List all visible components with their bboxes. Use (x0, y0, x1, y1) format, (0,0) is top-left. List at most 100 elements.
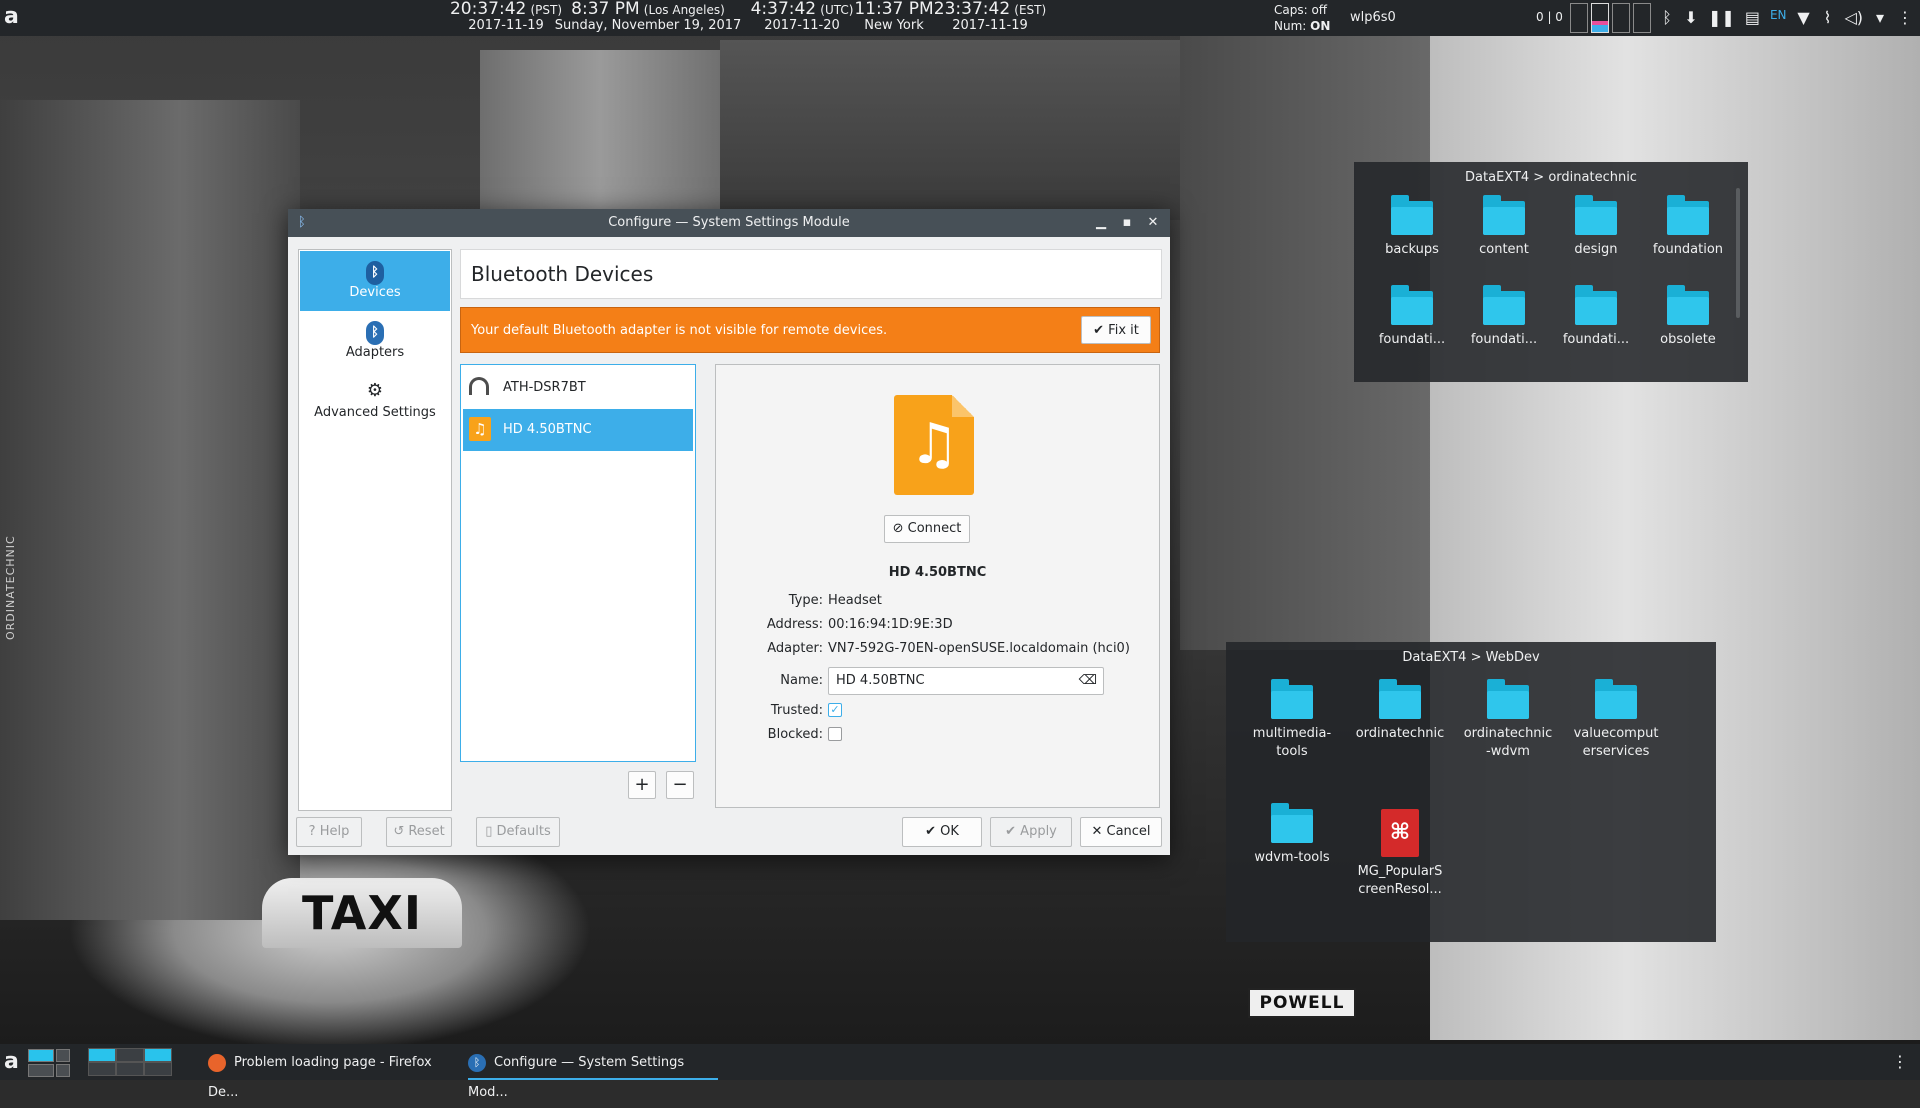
sidebar-item-advanced-settings[interactable]: ⚙ Advanced Settings (300, 371, 450, 431)
add-device-button[interactable]: + (628, 771, 656, 799)
minimize-button[interactable]: ▁ (1092, 214, 1110, 232)
clock-zone: (EST) (1014, 3, 1047, 17)
folder-item[interactable]: valuecomput erservices (1562, 679, 1670, 809)
folder-item[interactable]: design (1550, 195, 1642, 291)
virtual-desktop-pager[interactable] (28, 1049, 70, 1077)
clipboard-icon[interactable]: ▤ (1745, 8, 1760, 27)
remove-device-button[interactable]: − (666, 771, 694, 799)
clock-date: 2017-11-19 (952, 18, 1028, 33)
folder-item[interactable]: multimedia- tools (1238, 679, 1346, 809)
folder-item[interactable]: obsolete (1642, 285, 1734, 381)
device-list[interactable]: ATH-DSR7BT ♫ HD 4.50BTNC (460, 364, 696, 762)
settings-sidebar: ᛒ Devices ᛒ Adapters ⚙ Advanced Settings (298, 249, 452, 811)
music-file-icon: ♫ (894, 395, 974, 495)
reset-button[interactable]: ↺ Reset (386, 817, 452, 847)
clock-time: 20:37:42 (449, 0, 527, 19)
side-panel-label[interactable]: ORDINATECHNIC (4, 510, 24, 640)
folder-item[interactable]: wdvm-tools (1238, 803, 1346, 933)
clock-utc[interactable]: 4:37:42 (UTC) 2017-11-20 (744, 1, 860, 34)
chevron-down-icon[interactable]: ▾ (1873, 8, 1887, 27)
clock-date: Sunday, November 19, 2017 (554, 18, 742, 33)
close-icon: ✕ (1091, 824, 1103, 839)
connect-button[interactable]: ⊘ Connect (884, 515, 970, 543)
type-value: Headset (828, 593, 882, 608)
folder-label: foundati... (1378, 332, 1446, 347)
desktop-2[interactable] (1591, 3, 1609, 33)
panel-menu-icon[interactable]: ⋮ (1892, 1052, 1908, 1071)
help-button[interactable]: ? Help (296, 817, 362, 847)
clock-est[interactable]: 23:37:42 (EST) 2017-11-19 (930, 1, 1050, 34)
activity-6[interactable] (144, 1062, 172, 1076)
device-name-input[interactable]: HD 4.50BTNC ⌫ (828, 667, 1104, 695)
volume-icon[interactable]: ◁) (1845, 8, 1864, 27)
keyboard-indicator[interactable]: Caps: off Num: ON (1274, 2, 1330, 34)
folder-item[interactable]: ordinatechnic (1346, 679, 1454, 809)
activity-5[interactable] (116, 1062, 144, 1076)
close-button[interactable]: ✕ (1144, 214, 1162, 232)
wifi-icon[interactable]: ▼ (1797, 8, 1811, 27)
list-item-device[interactable]: ATH-DSR7BT (463, 367, 693, 409)
folder-item[interactable]: foundati... (1458, 285, 1550, 381)
folder-view-title[interactable]: DataEXT4 > ordinatechnic (1354, 170, 1748, 185)
fix-it-button[interactable]: ✔ Fix it (1081, 316, 1151, 344)
folder-view-title[interactable]: DataEXT4 > WebDev (1226, 650, 1716, 665)
download-icon[interactable]: ⬇ (1684, 8, 1698, 27)
virtual-desktop-pager[interactable] (1570, 3, 1651, 33)
window-titlebar[interactable]: ᛒ Configure — System Settings Module ▁ ▪… (288, 209, 1170, 237)
clock-new-york[interactable]: 11:37 PM New York (852, 0, 936, 34)
folder-item[interactable]: foundati... (1550, 285, 1642, 381)
taxi-sign: TAXI (262, 878, 462, 948)
activity-4[interactable] (88, 1062, 116, 1076)
check-icon: ✔ (1093, 323, 1105, 338)
folder-item[interactable]: foundation (1642, 195, 1734, 291)
media-pause-icon[interactable]: ❚❚ (1708, 8, 1735, 27)
taskbar-item-system-settings[interactable]: ᛒ Configure — System Settings Mod... (468, 1048, 718, 1100)
desktop-4[interactable] (56, 1064, 70, 1077)
cancel-button[interactable]: ✕ Cancel (1080, 817, 1162, 847)
file-item[interactable]: ⌘ MG_PopularS creenResol... (1346, 809, 1454, 933)
app-launcher-icon[interactable]: a (4, 6, 26, 28)
activity-2[interactable] (116, 1048, 144, 1062)
activity-1[interactable] (88, 1048, 116, 1062)
scrollbar[interactable] (1736, 188, 1740, 318)
bluetooth-icon: ᛒ (364, 319, 386, 345)
folder-item[interactable]: content (1458, 195, 1550, 291)
folder-item[interactable]: ordinatechnic -wdvm (1454, 679, 1562, 809)
clear-text-icon[interactable]: ⌫ (1079, 673, 1097, 688)
defaults-button[interactable]: ▯ Defaults (476, 817, 560, 847)
apply-button[interactable]: ✔ Apply (990, 817, 1072, 847)
desktop-4[interactable] (1633, 3, 1651, 33)
clock-los-angeles[interactable]: 8:37 PM (Los Angeles) Sunday, November 1… (552, 1, 744, 34)
sidebar-item-adapters[interactable]: ᛒ Adapters (300, 311, 450, 371)
list-item-device-selected[interactable]: ♫ HD 4.50BTNC (463, 409, 693, 451)
trusted-checkbox[interactable]: ✓ (828, 703, 842, 717)
folder-item[interactable]: backups (1366, 195, 1458, 291)
sidebar-item-devices[interactable]: ᛒ Devices (300, 251, 450, 311)
clock-time: 11:37 PM (854, 0, 934, 19)
menu-icon[interactable]: ⋮ (1897, 8, 1913, 27)
desktop-2[interactable] (56, 1049, 70, 1062)
blocked-checkbox[interactable] (828, 727, 842, 741)
bluetooth-icon[interactable]: ᛒ (1660, 8, 1674, 27)
desktop-1[interactable] (28, 1049, 54, 1062)
folder-item[interactable]: foundati... (1366, 285, 1458, 381)
maximize-button[interactable]: ▪ (1118, 214, 1136, 232)
taskbar-item-firefox[interactable]: Problem loading page - Firefox De... (208, 1048, 458, 1100)
desktop-1[interactable] (1570, 3, 1588, 33)
desktop-3[interactable] (1612, 3, 1630, 33)
ok-button[interactable]: ✔ OK (902, 817, 982, 847)
ok-label: OK (940, 824, 959, 839)
caps-lock-status: Caps: off (1274, 3, 1328, 17)
pdf-file-icon: ⌘ (1381, 809, 1419, 857)
desktop-3[interactable] (28, 1064, 54, 1077)
clock-pst[interactable]: 20:37:42 (PST) 2017-11-19 (446, 0, 566, 34)
network-interface-label[interactable]: wlp6s0 (1350, 10, 1396, 25)
clock-date: New York (864, 18, 924, 33)
app-launcher-icon[interactable]: a (4, 1051, 19, 1073)
folder-icon (1391, 285, 1433, 325)
folder-icon (1271, 803, 1313, 843)
paperclip-icon[interactable]: ⌇ (1821, 8, 1835, 27)
activity-pager[interactable] (88, 1048, 172, 1076)
activity-3[interactable] (144, 1048, 172, 1062)
keyboard-layout-indicator[interactable]: EN (1770, 8, 1787, 27)
